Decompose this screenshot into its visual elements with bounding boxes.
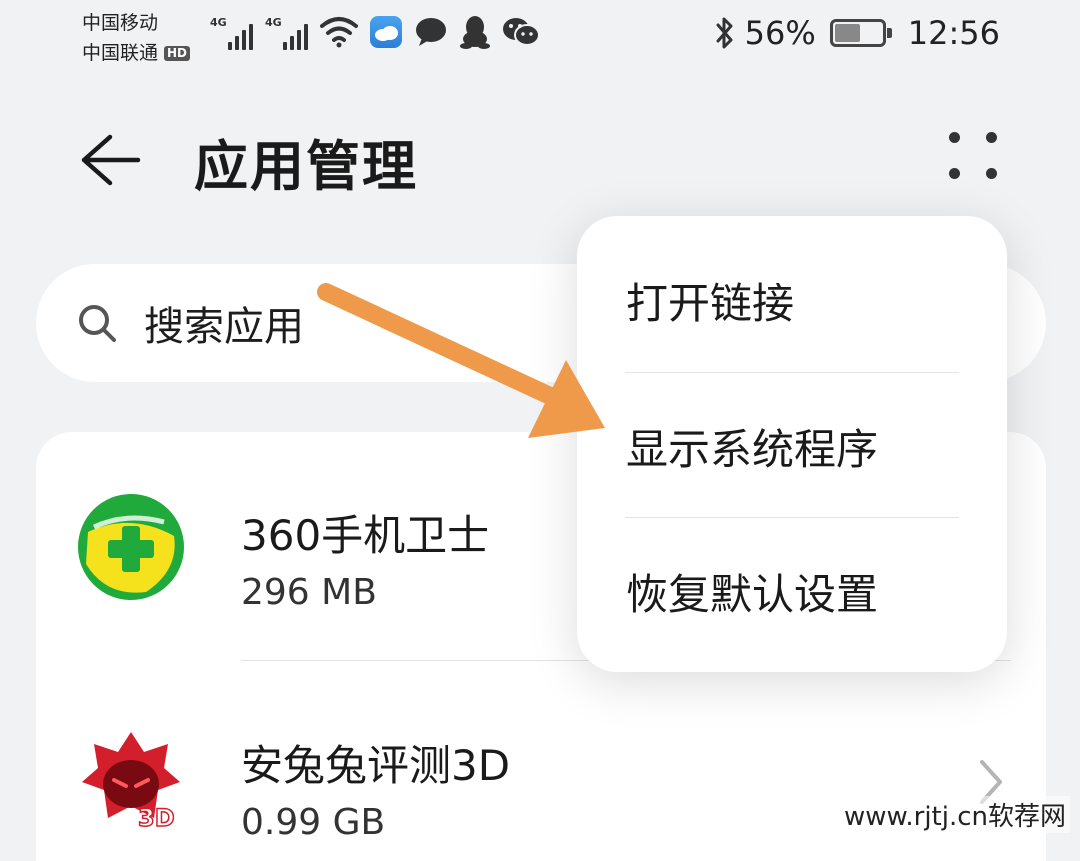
antutu-3d-icon: 3D bbox=[82, 732, 180, 832]
wifi-icon bbox=[320, 17, 358, 48]
icon-badge-3d: 3D bbox=[138, 804, 175, 832]
battery-fill bbox=[834, 24, 860, 42]
status-right: 56% 12:56 bbox=[715, 14, 1000, 52]
battery-icon bbox=[829, 19, 892, 47]
page-title: 应用管理 bbox=[194, 135, 418, 198]
bluetooth-icon bbox=[716, 17, 733, 49]
back-arrow-icon bbox=[81, 134, 141, 186]
qq-icon bbox=[460, 16, 490, 49]
app-size: 0.99 GB bbox=[241, 802, 386, 843]
carrier-2: 中国联通 bbox=[82, 42, 159, 64]
watermark: www.rjtj.cn软荐网 bbox=[839, 796, 1070, 833]
signal-icon: 4G bbox=[265, 14, 308, 50]
carrier-info: 中国移动 中国联通 HD bbox=[82, 8, 191, 68]
hd-badge: HD bbox=[164, 45, 191, 61]
weather-icon bbox=[370, 16, 402, 48]
status-bar: 中国移动 中国联通 HD 4G 4G 56% 12:56 bbox=[0, 0, 1080, 80]
app-size: 296 MB bbox=[241, 572, 377, 613]
message-icon bbox=[416, 18, 446, 46]
clock: 12:56 bbox=[907, 14, 1000, 52]
status-icons: 4G 4G bbox=[210, 14, 540, 50]
app-name: 安兔兔评测3D bbox=[241, 741, 511, 790]
wechat-icon bbox=[503, 18, 540, 46]
menu-item-open-links[interactable]: 打开链接 bbox=[577, 228, 1007, 373]
menu-item-show-system-apps[interactable]: 显示系统程序 bbox=[577, 374, 1007, 519]
network-type-1: 4G bbox=[210, 16, 227, 29]
carrier-1: 中国移动 bbox=[82, 12, 159, 34]
menu-divider bbox=[625, 372, 959, 373]
back-button[interactable] bbox=[70, 120, 150, 200]
more-options-button[interactable] bbox=[935, 128, 1015, 192]
signal-icon: 4G bbox=[210, 14, 253, 50]
network-type-2: 4G bbox=[265, 16, 282, 29]
battery-percent: 56% bbox=[744, 14, 816, 52]
search-input[interactable]: 搜索应用 bbox=[144, 294, 304, 352]
app-header: 应用管理 bbox=[0, 100, 1080, 220]
options-menu: 打开链接 显示系统程序 恢复默认设置 bbox=[577, 216, 1007, 672]
menu-item-restore-defaults[interactable]: 恢复默认设置 bbox=[577, 519, 1007, 664]
menu-divider bbox=[625, 517, 959, 518]
app-name: 360手机卫士 bbox=[241, 511, 490, 560]
search-icon bbox=[79, 305, 116, 342]
360-security-icon bbox=[78, 494, 184, 600]
